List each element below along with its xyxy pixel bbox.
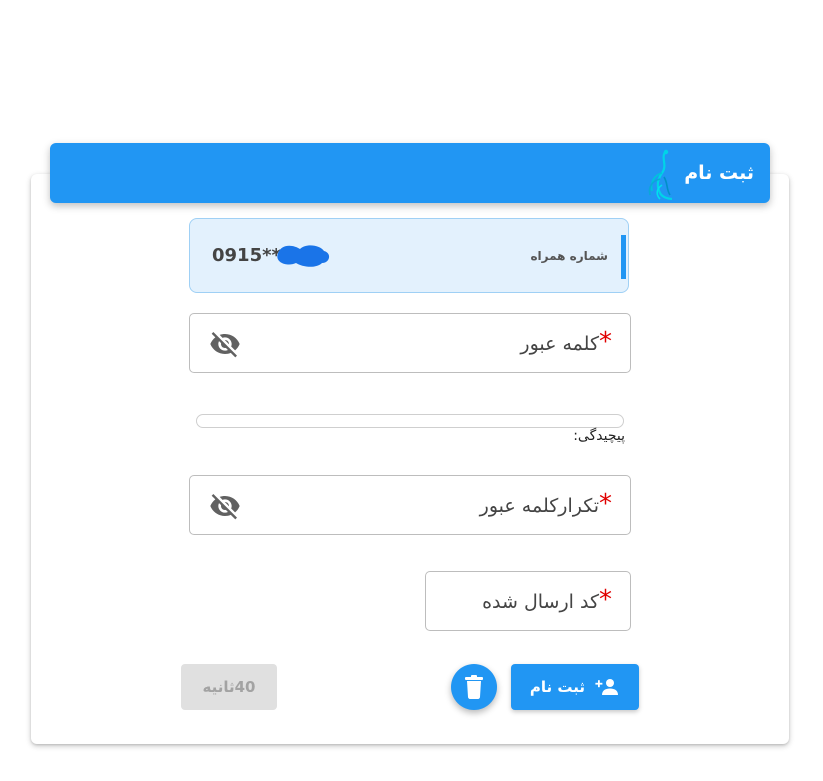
register-button-label: ثبت نام: [529, 678, 585, 696]
delete-button[interactable]: [451, 664, 497, 710]
complexity-label: پیچیدگی:: [573, 428, 625, 444]
resend-timer-button: 40ثانیه: [181, 664, 277, 710]
required-mark: *: [599, 585, 612, 615]
confirm-password-label: تکرارکلمه عبور: [479, 495, 599, 517]
person-add-icon: [595, 679, 618, 695]
password-strength-bar: [196, 414, 624, 428]
redaction-blot: [277, 245, 330, 267]
page-title: ثبت نام: [684, 162, 754, 184]
eye-off-icon[interactable]: [208, 328, 242, 360]
register-button[interactable]: ثبت نام: [511, 664, 639, 710]
password-field[interactable]: *کلمه عبور: [189, 313, 631, 373]
password-label: کلمه عبور: [520, 333, 599, 355]
trash-icon: [465, 675, 483, 699]
required-mark: *: [599, 327, 612, 357]
required-mark: *: [599, 489, 612, 519]
verification-code-label: کد ارسال شده: [482, 591, 599, 613]
card-header: ثبت نام: [50, 143, 770, 203]
peacock-logo-icon: [648, 149, 673, 201]
eye-off-icon[interactable]: [208, 490, 242, 522]
verification-code-field[interactable]: *کد ارسال شده: [425, 571, 631, 631]
confirm-password-field[interactable]: *تکرارکلمه عبور: [189, 475, 631, 535]
phone-number-display: شماره همراه 0915***: [189, 218, 629, 293]
phone-label: شماره همراه: [530, 249, 608, 263]
phone-accent-bar: [621, 235, 626, 279]
